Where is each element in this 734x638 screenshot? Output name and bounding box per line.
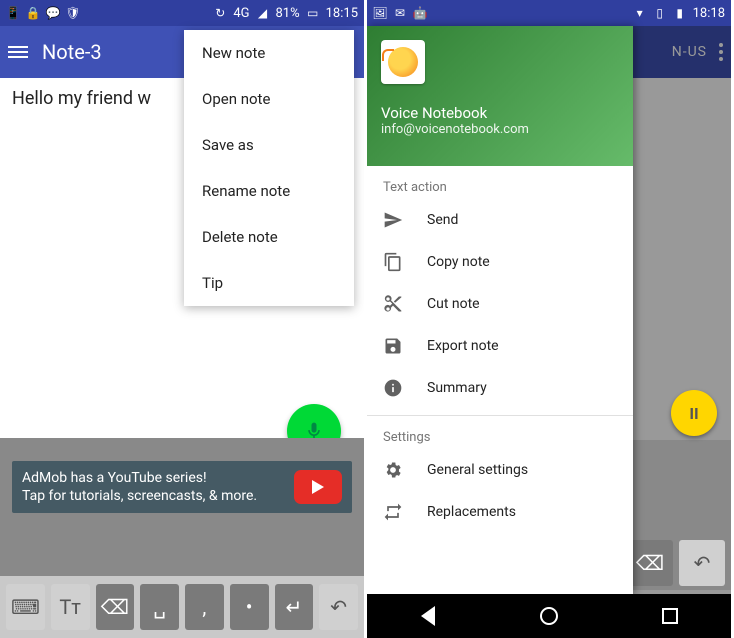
drawer-header: Voice Notebook info@voicenotebook.com	[367, 26, 633, 166]
nav-home-icon[interactable]	[538, 605, 560, 627]
kb-comma-icon[interactable]: ,	[185, 584, 224, 630]
notif-icon: 📱	[6, 6, 20, 20]
lock-icon: 🔒	[26, 6, 40, 20]
drawer-item-cut[interactable]: Cut note	[367, 283, 633, 325]
phone-right: 🖼 ✉ 🤖 ▾ ▯ ▮ 18:18 N-US II ⌫ ↶ Voice Note…	[367, 0, 734, 638]
drawer-item-send[interactable]: Send	[367, 199, 633, 241]
nav-drawer: Voice Notebook info@voicenotebook.com Te…	[367, 26, 633, 594]
menu-rename-note[interactable]: Rename note	[184, 168, 354, 214]
drawer-section-text-action: Text action	[367, 166, 633, 199]
cut-icon	[383, 294, 403, 314]
shield-icon: 🛡	[66, 6, 80, 20]
drawer-item-label: General settings	[427, 462, 528, 478]
kb-backspace-icon[interactable]: ⌫	[96, 584, 135, 630]
drawer-subtitle: info@voicenotebook.com	[381, 122, 619, 137]
drawer-item-label: Export note	[427, 338, 499, 354]
kb-keyboard-icon[interactable]: ⌨	[6, 584, 45, 630]
copy-icon	[383, 252, 403, 272]
menu-open-note[interactable]: Open note	[184, 76, 354, 122]
drawer-item-replacements[interactable]: Replacements	[367, 491, 633, 533]
kb-space-icon[interactable]: ␣	[140, 584, 179, 630]
menu-delete-note[interactable]: Delete note	[184, 214, 354, 260]
drawer-item-label: Summary	[427, 380, 487, 396]
chat-icon: 💬	[46, 6, 60, 20]
app-logo	[381, 40, 425, 84]
clock-label: 18:18	[693, 6, 725, 21]
menu-save-as[interactable]: Save as	[184, 122, 354, 168]
sync-icon: ↻	[213, 6, 227, 20]
android-navbar	[367, 594, 731, 638]
page-title: Note-3	[42, 40, 102, 64]
no-sim-icon: ▯	[653, 6, 667, 20]
menu-new-note[interactable]: New note	[184, 30, 354, 76]
input-bar-dim: ⌫ ↶	[633, 440, 731, 590]
ad-area: AdMob has a YouTube series! Tap for tuto…	[0, 438, 364, 576]
gear-icon	[383, 460, 403, 480]
drawer-item-export[interactable]: Export note	[367, 325, 633, 367]
youtube-icon[interactable]	[294, 470, 342, 504]
pause-fab[interactable]: II	[671, 390, 717, 436]
clock-label: 18:15	[326, 6, 358, 21]
statusbar: 🖼 ✉ 🤖 ▾ ▯ ▮ 18:18	[367, 0, 731, 26]
drawer-title: Voice Notebook	[381, 104, 619, 122]
kb-textsize-icon[interactable]: Tт	[51, 584, 90, 630]
kb-backspace-icon[interactable]: ⌫	[627, 540, 673, 586]
nav-back-icon[interactable]	[417, 605, 439, 627]
menu-tip[interactable]: Tip	[184, 260, 354, 306]
kb-enter-icon[interactable]: ↵	[275, 584, 314, 630]
statusbar: 📱 🔒 💬 🛡 ↻ 4G ◢ 81% ▭ 18:15	[0, 0, 364, 26]
battery-icon: ▭	[306, 6, 320, 20]
ad-line1: AdMob has a YouTube series!	[22, 469, 257, 487]
keyboard-toolbar: ⌨ Tт ⌫ ␣ , • ↵ ↶	[0, 576, 364, 638]
drawer-section-settings: Settings	[367, 416, 633, 449]
context-menu: New note Open note Save as Rename note D…	[184, 30, 354, 306]
save-icon	[383, 336, 403, 356]
wifi-icon: ▾	[633, 6, 647, 20]
phone-left: 📱 🔒 💬 🛡 ↻ 4G ◢ 81% ▭ 18:15 Note-3 Hello …	[0, 0, 367, 638]
swap-icon	[383, 502, 403, 522]
nav-recent-icon[interactable]	[659, 605, 681, 627]
ad-banner[interactable]: AdMob has a YouTube series! Tap for tuto…	[12, 461, 352, 513]
drawer-item-copy[interactable]: Copy note	[367, 241, 633, 283]
drawer-item-general-settings[interactable]: General settings	[367, 449, 633, 491]
drawer-item-summary[interactable]: Summary	[367, 367, 633, 409]
battery-label: 81%	[275, 6, 299, 21]
send-icon	[383, 210, 403, 230]
app-logo-icon	[388, 47, 418, 77]
ad-line2: Tap for tutorials, screencasts, & more.	[22, 487, 257, 505]
network-label: 4G	[233, 6, 249, 21]
kb-undo-icon[interactable]: ↶	[319, 584, 358, 630]
signal-icon: ◢	[255, 6, 269, 20]
drawer-item-label: Cut note	[427, 296, 480, 312]
image-icon: 🖼	[373, 6, 387, 20]
menu-icon[interactable]	[8, 46, 28, 58]
android-icon: 🤖	[413, 6, 427, 20]
drawer-item-label: Copy note	[427, 254, 490, 270]
info-icon	[383, 378, 403, 398]
kb-undo-icon[interactable]: ↶	[679, 540, 725, 586]
kb-period-icon[interactable]: •	[230, 584, 269, 630]
mail-icon: ✉	[393, 6, 407, 20]
drawer-item-label: Replacements	[427, 504, 516, 520]
drawer-item-label: Send	[427, 212, 458, 228]
battery-icon: ▮	[673, 6, 687, 20]
